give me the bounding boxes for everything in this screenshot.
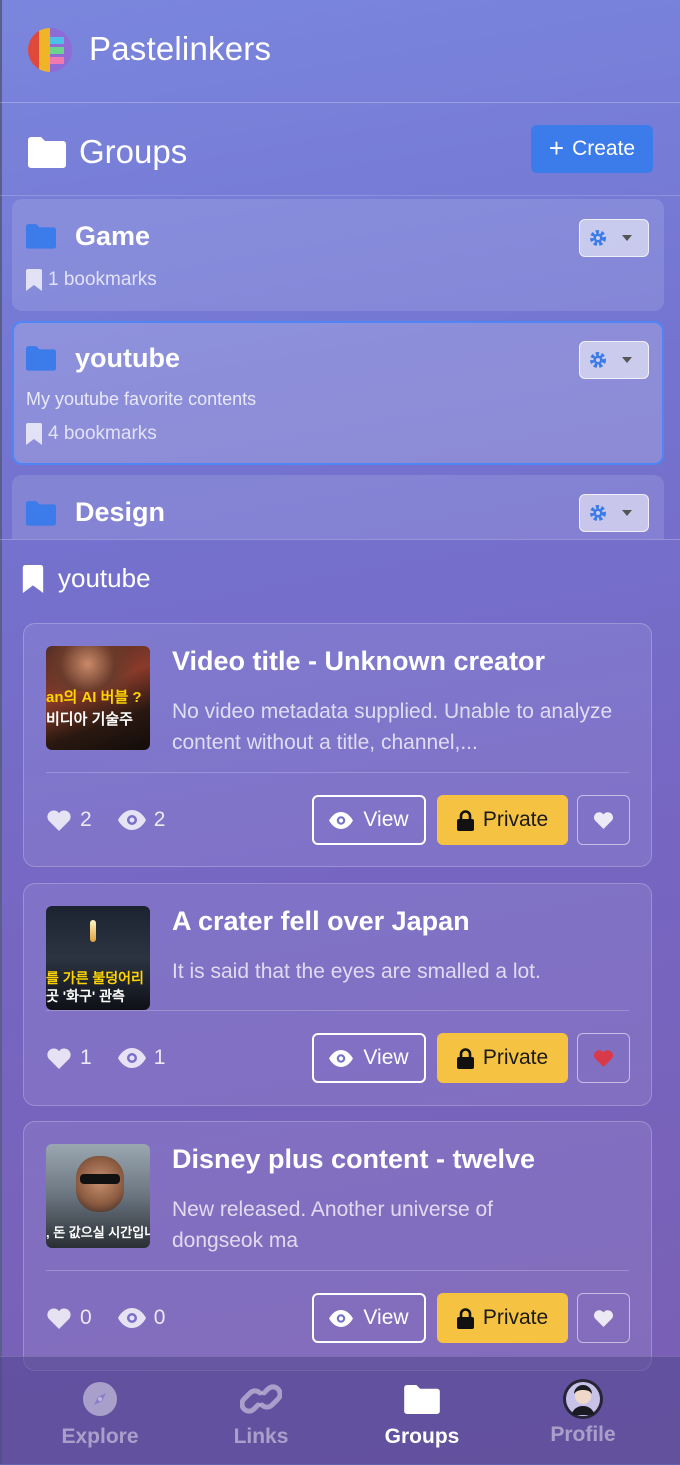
like-button[interactable] bbox=[577, 795, 630, 845]
bookmark-description: No video metadata supplied. Unable to an… bbox=[172, 700, 613, 754]
bookmark-card: an의 AI 버블 ? 비디아 기술주 Video title - Unknow… bbox=[23, 623, 652, 867]
heart-icon bbox=[593, 1310, 614, 1327]
group-name: youtube bbox=[75, 343, 180, 373]
group-bookmark-count: 4 bookmarks bbox=[26, 423, 157, 445]
plus-icon: + bbox=[548, 132, 565, 163]
group-name: Game bbox=[75, 221, 151, 251]
tab-explore[interactable]: Explore bbox=[15, 1357, 185, 1465]
group-card-game[interactable]: Game 1 bookmarks bbox=[12, 199, 664, 311]
bookmark-stats: 0 0 bbox=[46, 1306, 191, 1330]
folder-icon bbox=[26, 224, 56, 249]
view-count: 0 bbox=[153, 1306, 166, 1329]
selected-group-header: youtube bbox=[22, 563, 151, 594]
group-card-youtube[interactable]: youtube My youtube favorite contents 4 b… bbox=[12, 321, 664, 465]
eye-icon bbox=[117, 1308, 146, 1328]
folder-icon bbox=[26, 501, 56, 526]
private-button[interactable]: Private bbox=[437, 1293, 568, 1343]
eye-icon bbox=[117, 810, 146, 830]
view-button[interactable]: View bbox=[312, 795, 426, 845]
folder-icon bbox=[26, 346, 56, 371]
video-thumbnail[interactable]: an의 AI 버블 ? 비디아 기술주 bbox=[46, 646, 150, 750]
group-settings-dropdown[interactable] bbox=[579, 219, 649, 257]
like-button[interactable] bbox=[577, 1293, 630, 1343]
eye-icon bbox=[329, 811, 354, 829]
folder-icon bbox=[404, 1384, 440, 1414]
eye-icon bbox=[329, 1049, 354, 1067]
heart-icon bbox=[47, 1308, 71, 1329]
bookmark-description: New released. Another universe of dongse… bbox=[172, 1198, 494, 1252]
card-divider bbox=[46, 1270, 629, 1271]
tab-links[interactable]: Links bbox=[176, 1357, 346, 1465]
like-count: 2 bbox=[80, 808, 92, 831]
group-settings-dropdown[interactable] bbox=[579, 341, 649, 379]
view-button[interactable]: View bbox=[312, 1293, 426, 1343]
gear-icon bbox=[590, 352, 606, 368]
video-thumbnail[interactable]: 를 가른 불덩어리 곳 '화구' 관측 bbox=[46, 906, 150, 1010]
tab-profile[interactable]: Profile bbox=[498, 1357, 668, 1465]
bottom-tab-bar: Explore Links Groups Profile bbox=[0, 1356, 680, 1465]
private-button[interactable]: Private bbox=[437, 795, 568, 845]
private-button[interactable]: Private bbox=[437, 1033, 568, 1083]
bookmark-title[interactable]: Video title - Unknown creator bbox=[172, 646, 545, 677]
gear-icon bbox=[590, 230, 606, 246]
eye-icon bbox=[117, 1048, 146, 1068]
avatar bbox=[563, 1379, 603, 1419]
bookmark-card: , 돈 값으실 시간입니 Disney plus content - twelv… bbox=[23, 1121, 652, 1371]
chevron-down-icon bbox=[622, 235, 632, 241]
view-button[interactable]: View bbox=[312, 1033, 426, 1083]
heart-icon bbox=[47, 1048, 71, 1069]
bookmark-title[interactable]: Disney plus content - twelve bbox=[172, 1144, 535, 1175]
bookmark-icon bbox=[26, 423, 42, 445]
app-header: Pastelinkers bbox=[0, 0, 680, 103]
selected-group-title: youtube bbox=[58, 563, 151, 593]
heart-icon bbox=[47, 810, 71, 831]
video-thumbnail[interactable]: , 돈 값으실 시간입니 bbox=[46, 1144, 150, 1248]
bookmark-card: 를 가른 불덩어리 곳 '화구' 관측 A crater fell over J… bbox=[23, 883, 652, 1106]
app-title: Pastelinkers bbox=[89, 30, 272, 67]
groups-title: Groups bbox=[79, 133, 188, 170]
view-count: 1 bbox=[153, 1046, 166, 1069]
bookmark-icon bbox=[26, 269, 42, 291]
heart-icon bbox=[593, 812, 614, 829]
compass-icon bbox=[83, 1382, 117, 1416]
card-divider bbox=[46, 772, 629, 773]
view-count: 2 bbox=[153, 808, 166, 831]
create-label: Create bbox=[572, 137, 636, 160]
bookmark-stats: 2 2 bbox=[46, 808, 191, 832]
group-description: My youtube favorite contents bbox=[26, 389, 257, 409]
bookmark-stats: 1 1 bbox=[46, 1046, 191, 1070]
groups-header: Groups + Create bbox=[0, 103, 680, 196]
tab-groups[interactable]: Groups bbox=[337, 1357, 507, 1465]
group-name: Design bbox=[75, 497, 166, 527]
like-count: 1 bbox=[80, 1046, 92, 1069]
chevron-down-icon bbox=[622, 357, 632, 363]
create-group-button[interactable]: + Create bbox=[531, 125, 653, 173]
lock-icon bbox=[456, 1047, 474, 1069]
eye-icon bbox=[329, 1309, 354, 1327]
folder-icon bbox=[28, 137, 66, 168]
group-bookmark-count: 1 bookmarks bbox=[26, 269, 157, 291]
app-logo bbox=[28, 28, 72, 72]
bookmark-description: It is said that the eyes are smalled a l… bbox=[172, 960, 541, 983]
chevron-down-icon bbox=[622, 510, 632, 516]
window-edge bbox=[0, 0, 2, 1464]
link-icon bbox=[240, 1384, 282, 1414]
bookmark-title[interactable]: A crater fell over Japan bbox=[172, 906, 470, 937]
like-count: 0 bbox=[80, 1306, 92, 1329]
lock-icon bbox=[456, 809, 474, 831]
like-button[interactable] bbox=[577, 1033, 630, 1083]
group-card-design[interactable]: Design bbox=[12, 475, 664, 539]
lock-icon bbox=[456, 1307, 474, 1329]
heart-icon bbox=[593, 1050, 614, 1067]
group-settings-dropdown[interactable] bbox=[579, 494, 649, 532]
card-divider bbox=[46, 1010, 629, 1011]
section-divider bbox=[0, 539, 680, 540]
gear-icon bbox=[590, 505, 606, 521]
bookmark-icon bbox=[22, 564, 44, 593]
